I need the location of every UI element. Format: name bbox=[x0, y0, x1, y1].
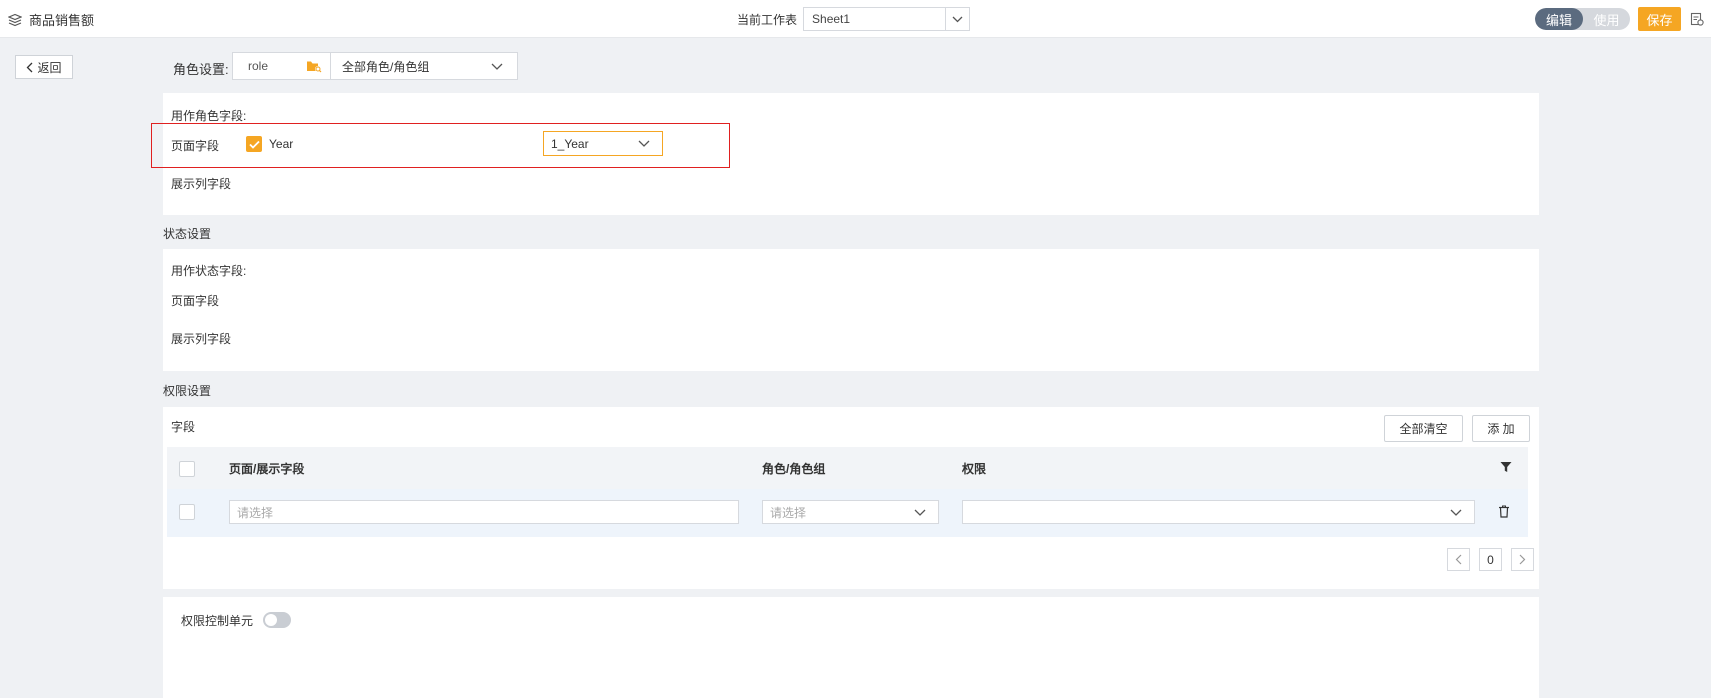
current-sheet-label: 当前工作表 bbox=[737, 12, 798, 27]
layers-icon bbox=[8, 13, 22, 27]
role-input[interactable]: role bbox=[232, 52, 331, 80]
status-fields-title: 用作状态字段: bbox=[171, 264, 247, 278]
role-group-value: 全部角色/角色组 bbox=[342, 59, 430, 74]
role-settings-label: 角色设置: bbox=[173, 62, 229, 77]
permission-settings-title: 权限设置 bbox=[163, 384, 212, 398]
field-select-placeholder: 请选择 bbox=[237, 505, 274, 520]
next-page-button[interactable] bbox=[1511, 548, 1534, 571]
chevron-left-icon bbox=[26, 62, 33, 73]
mode-toggle[interactable]: 编辑 使用 bbox=[1535, 8, 1630, 30]
trash-icon[interactable] bbox=[1498, 505, 1510, 518]
chevron-right-icon bbox=[1519, 554, 1526, 565]
export-icon[interactable] bbox=[1690, 12, 1704, 26]
chevron-down-icon[interactable] bbox=[945, 8, 969, 30]
sheet-select-value: Sheet1 bbox=[812, 12, 851, 26]
mode-use-option[interactable]: 使用 bbox=[1583, 8, 1630, 30]
permission-field-label: 字段 bbox=[171, 420, 196, 434]
chevron-down-icon bbox=[638, 140, 652, 147]
year-checkbox-label: Year bbox=[269, 137, 294, 151]
control-unit-panel bbox=[163, 597, 1539, 698]
clear-all-button[interactable]: 全部清空 bbox=[1384, 415, 1463, 442]
role-page-field-label: 页面字段 bbox=[171, 139, 220, 153]
permission-select-input[interactable] bbox=[962, 500, 1475, 524]
status-display-field-label: 展示列字段 bbox=[171, 332, 232, 346]
row-checkbox[interactable] bbox=[179, 504, 195, 520]
select-all-checkbox[interactable] bbox=[179, 461, 195, 477]
save-button[interactable]: 保存 bbox=[1638, 7, 1681, 31]
back-button[interactable]: 返回 bbox=[15, 55, 73, 79]
status-page-field-label: 页面字段 bbox=[171, 294, 220, 308]
filter-icon[interactable] bbox=[1500, 461, 1512, 473]
folder-icon[interactable] bbox=[306, 59, 322, 73]
year-checkbox[interactable] bbox=[246, 136, 262, 152]
mode-edit-option[interactable]: 编辑 bbox=[1535, 8, 1583, 30]
role-group-select[interactable]: 全部角色/角色组 bbox=[331, 52, 518, 80]
chevron-left-icon bbox=[1455, 554, 1462, 565]
role-input-value: role bbox=[248, 59, 269, 73]
chevron-down-icon bbox=[491, 63, 505, 70]
top-bar: 商品销售额 当前工作表 Sheet1 编辑 使用 保存 bbox=[0, 0, 1711, 38]
column-header-permission: 权限 bbox=[962, 462, 987, 476]
page-number: 0 bbox=[1479, 548, 1502, 571]
role-display-field-label: 展示列字段 bbox=[171, 177, 232, 191]
add-button[interactable]: 添 加 bbox=[1472, 415, 1530, 442]
role-fields-title: 用作角色字段: bbox=[171, 109, 247, 123]
status-settings-title: 状态设置 bbox=[163, 227, 212, 241]
control-unit-label: 权限控制单元 bbox=[181, 614, 254, 628]
switch-knob bbox=[265, 614, 277, 626]
field-select-input[interactable]: 请选择 bbox=[229, 500, 739, 524]
chevron-down-icon bbox=[914, 509, 928, 516]
app-title: 商品销售额 bbox=[29, 13, 95, 28]
year-field-select-value: 1_Year bbox=[551, 136, 589, 151]
column-header-role: 角色/角色组 bbox=[762, 462, 826, 476]
role-select-placeholder: 请选择 bbox=[770, 505, 807, 520]
role-select-input[interactable]: 请选择 bbox=[762, 500, 939, 524]
year-field-select[interactable]: 1_Year bbox=[543, 131, 663, 156]
permission-table-header bbox=[167, 447, 1528, 489]
chevron-down-icon bbox=[1450, 509, 1464, 516]
sheet-select[interactable]: Sheet1 bbox=[803, 7, 971, 31]
prev-page-button[interactable] bbox=[1447, 548, 1470, 571]
column-header-field: 页面/展示字段 bbox=[229, 462, 305, 476]
status-fields-panel bbox=[163, 249, 1539, 371]
back-label: 返回 bbox=[37, 60, 62, 75]
sheet-selector-area: 当前工作表 Sheet1 bbox=[737, 7, 971, 31]
control-unit-switch[interactable] bbox=[263, 612, 291, 628]
app-title-area: 商品销售额 bbox=[8, 10, 94, 29]
